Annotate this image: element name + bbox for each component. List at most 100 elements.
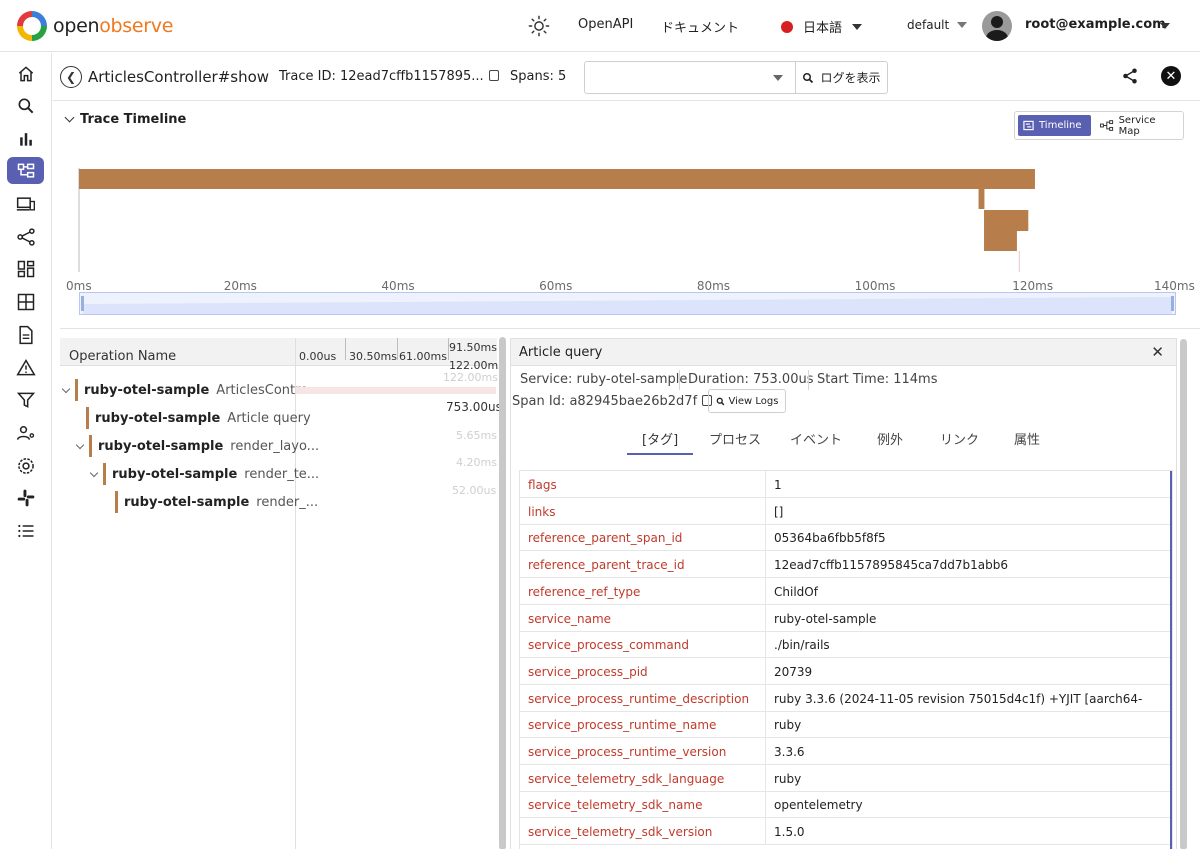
span-color-bar <box>86 407 89 429</box>
service-map-view-button[interactable]: Service Map <box>1095 115 1183 137</box>
axis-tick-label: 100ms <box>854 279 896 293</box>
tag-value[interactable]: ./bin/rails <box>774 638 830 652</box>
tag-value[interactable]: 1.5.0 <box>774 825 805 839</box>
tag-value[interactable]: ruby-otel-sample <box>774 612 876 626</box>
tag-value[interactable]: opentelemetry <box>774 798 863 812</box>
timeline-span-bar[interactable] <box>978 189 985 209</box>
user-email[interactable]: root@example.com <box>1025 17 1166 32</box>
sidebar-item-traces[interactable] <box>7 157 44 184</box>
sidebar-item-alerts[interactable] <box>7 354 44 381</box>
japan-flag-icon <box>781 20 793 33</box>
timeline-span-bar[interactable] <box>79 169 1035 189</box>
span-duration: 753.00us <box>446 400 502 414</box>
grid-icon <box>17 293 34 310</box>
sidebar-item-metrics[interactable] <box>7 125 44 152</box>
tag-value[interactable]: ruby 3.3.6 (2024-11-05 revision 75015d4c… <box>774 692 1142 706</box>
divider <box>765 551 766 579</box>
tag-value[interactable]: 1 <box>774 478 782 492</box>
tab-exceptions[interactable]: 例外 <box>877 429 903 448</box>
user-menu-chevron-icon[interactable] <box>1160 23 1170 29</box>
top-bar: openobserve OpenAPI ドキュメント 日本語 default r… <box>0 0 1200 52</box>
org-selector[interactable]: default <box>907 18 968 32</box>
reports-icon <box>18 325 33 344</box>
sidebar-item-rum[interactable] <box>7 190 44 217</box>
chevron-down-icon[interactable] <box>89 468 99 477</box>
tab-process[interactable]: プロセス <box>709 429 761 448</box>
sidebar-item-about[interactable] <box>7 517 44 544</box>
tag-key: service_process_command <box>528 638 689 653</box>
openobserve-logo[interactable]: openobserve <box>17 11 173 41</box>
sidebar-item-home[interactable] <box>7 60 44 87</box>
share-icon[interactable] <box>1121 67 1139 85</box>
span-service: ruby-otel-sample <box>124 494 250 510</box>
span-row[interactable]: ruby-otel-sample Article query <box>86 405 311 431</box>
axis-tick-label: 40ms <box>381 279 415 293</box>
tag-value[interactable]: 20739 <box>774 665 812 679</box>
span-operation: render_... <box>256 494 319 510</box>
spans-scrollbar[interactable] <box>499 337 506 849</box>
settings-icon <box>17 457 34 474</box>
slack-icon <box>17 489 34 506</box>
span-row[interactable]: ruby-otel-sample render_... <box>115 489 318 515</box>
span-row[interactable]: ruby-otel-sample ArticlesContro... <box>61 377 320 403</box>
tag-key: service_process_runtime_version <box>528 745 727 759</box>
view-logs-button[interactable]: View Logs <box>708 389 786 413</box>
tab-events[interactable]: イベント <box>790 429 842 448</box>
copy-icon[interactable] <box>488 70 499 81</box>
divider <box>765 657 766 685</box>
tag-key: links <box>528 504 556 519</box>
detail-scrollbar[interactable] <box>1180 339 1187 849</box>
span-row[interactable]: ruby-otel-sample render_layo... <box>75 433 319 459</box>
pipeline-icon <box>16 227 35 246</box>
sidebar-item-functions[interactable] <box>7 386 44 413</box>
chevron-down-icon <box>957 22 968 28</box>
docs-link[interactable]: ドキュメント <box>661 17 739 36</box>
tag-key: service_process_runtime_name <box>528 718 717 733</box>
spans-pane: Operation Name 0.00us 30.50ms 61.00ms 91… <box>60 328 1200 849</box>
tag-value[interactable]: [] <box>774 505 783 519</box>
tag-value[interactable]: 3.3.6 <box>774 745 805 759</box>
tag-value[interactable]: ruby <box>774 772 801 786</box>
timeline-span-bar[interactable] <box>984 231 1017 251</box>
sidebar-item-settings[interactable] <box>7 452 44 479</box>
tab-tags[interactable]: [タグ] <box>642 429 678 448</box>
tab-attributes[interactable]: 属性 <box>1014 429 1040 448</box>
sidebar-item-streams[interactable] <box>7 288 44 315</box>
tags-scrollbar[interactable] <box>1170 471 1172 849</box>
sidebar-item-pipelines[interactable] <box>7 223 44 250</box>
close-detail-icon[interactable]: ✕ <box>1151 343 1164 361</box>
chevron-down-icon[interactable] <box>61 384 71 393</box>
tab-links[interactable]: リンク <box>940 429 979 448</box>
trace-timeline-toggle[interactable]: Trace Timeline <box>64 112 186 127</box>
sidebar-item-logs[interactable] <box>7 92 44 119</box>
tag-value[interactable]: 05364ba6fbb5f8f5 <box>774 531 886 545</box>
axis-tick-label: 20ms <box>223 279 257 293</box>
stream-select[interactable] <box>584 61 796 94</box>
tag-value[interactable]: 12ead7cffb1157895845ca7dd7b1abb6 <box>774 558 1008 572</box>
tag-value[interactable]: ruby <box>774 718 801 732</box>
span-service-meta: Service: ruby-otel-sample <box>520 372 688 387</box>
divider <box>765 471 766 498</box>
timeline-span-bar[interactable] <box>984 210 1029 231</box>
theme-toggle-icon[interactable] <box>528 15 550 37</box>
avatar[interactable] <box>982 11 1012 41</box>
sidebar-item-dashboards[interactable] <box>7 255 44 282</box>
spans-count: Spans: 5 <box>510 69 567 84</box>
timeline-minimap[interactable] <box>79 292 1176 315</box>
span-start-meta: Start Time: 114ms <box>817 372 938 387</box>
close-icon[interactable]: ✕ <box>1161 66 1181 86</box>
span-row[interactable]: ruby-otel-sample render_te... <box>89 461 319 487</box>
language-selector[interactable]: 日本語 <box>781 17 863 36</box>
tag-value[interactable]: ChildOf <box>774 585 818 599</box>
openapi-link[interactable]: OpenAPI <box>578 17 633 32</box>
sidebar-item-iam[interactable] <box>7 419 44 446</box>
back-button[interactable]: ❮ <box>60 66 82 88</box>
view-logs-button[interactable]: ログを表示 <box>796 61 888 94</box>
chevron-down-icon[interactable] <box>75 440 85 449</box>
tag-key: service_process_pid <box>528 664 648 679</box>
timeline-view-button[interactable]: Timeline <box>1018 115 1091 136</box>
sidebar-item-reports[interactable] <box>7 321 44 348</box>
divider <box>808 370 809 390</box>
sidebar-item-slack[interactable] <box>7 484 44 511</box>
axis-tick-label: 60ms <box>539 279 573 293</box>
